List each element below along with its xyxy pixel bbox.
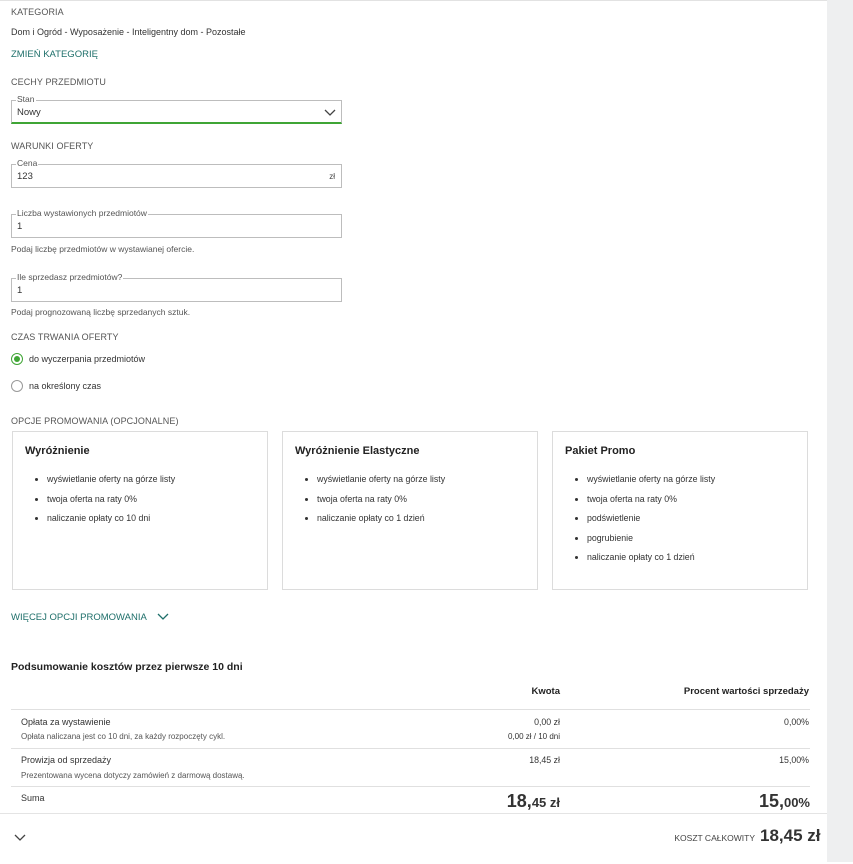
expected-sales-help: Podaj prognozowaną liczbę sprzedanych sz… [11,307,191,317]
promo-card-package[interactable]: Pakiet Promo wyświetlanie oferty na górz… [552,431,808,590]
price-value: 123 [17,171,33,182]
expected-sales-field[interactable]: Ile sprzedasz przedmiotów? 1 [11,272,342,302]
chevron-down-icon[interactable] [14,834,26,842]
quantity-help: Podaj liczbę przedmiotów w wystawianej o… [11,244,195,254]
promo-feature: wyświetlanie oferty na górze listy [587,470,715,490]
promo-card-features: wyświetlanie oferty na górze listy twoja… [303,470,445,529]
expected-sales-value: 1 [17,285,23,296]
summary-title: Podsumowanie kosztów przez pierwsze 10 d… [11,661,243,673]
promo-card-title: Wyróżnienie Elastyczne [295,445,420,457]
divider [11,709,810,710]
promo-card-features: wyświetlanie oferty na górze listy twoja… [33,470,175,529]
condition-value: Nowy [17,107,41,118]
promo-card-title: Pakiet Promo [565,445,636,457]
promo-feature: pogrubienie [587,529,715,549]
quantity-label: Liczba wystawionych przedmiotów [16,208,148,219]
fee-listing-percent: 0,00% [784,717,809,727]
promo-card-featured[interactable]: Wyróżnienie wyświetlanie oferty na górze… [12,431,268,590]
more-promo-options-label: WIĘCEJ OPCJI PROMOWANIA [11,612,147,623]
radio-fixed-time[interactable] [11,380,23,392]
more-promo-options-button[interactable]: WIĘCEJ OPCJI PROMOWANIA [11,607,169,625]
sum-percent-main: 15, [758,791,784,811]
promo-card-features: wyświetlanie oferty na górze listy twoja… [573,470,715,568]
price-unit: zł [329,172,335,181]
sum-amount-decimal: 45 zł [531,795,560,810]
offer-terms-header: WARUNKI OFERTY [11,141,94,151]
promo-feature: naliczanie opłaty co 10 dni [47,509,175,529]
offer-form: KATEGORIA Dom i Ogród - Wyposażenie - In… [0,0,827,864]
promo-card-title: Wyróżnienie [25,445,90,457]
condition-select[interactable]: Stan Nowy [11,94,342,124]
features-header: CECHY PRZEDMIOTU [11,77,106,87]
quantity-field[interactable]: Liczba wystawionych przedmiotów 1 [11,208,342,238]
promo-feature: twoja oferta na raty 0% [317,490,445,510]
right-sidebar [827,0,853,862]
radio-dot [14,356,20,362]
chevron-down-icon [157,613,169,620]
col-percent-header: Procent wartości sprzedaży [683,686,809,697]
sum-amount: 18,45 zł [420,791,560,812]
promo-feature: twoja oferta na raty 0% [47,490,175,510]
price-field[interactable]: Cena 123 zł [11,158,342,188]
promo-feature: naliczanie opłaty co 1 dzień [317,509,445,529]
radio-until-sold-label[interactable]: do wyczerpania przedmiotów [29,354,145,364]
commission-amount: 18,45 zł [529,755,560,765]
divider [11,748,810,749]
commission-percent: 15,00% [779,755,809,765]
duration-header: CZAS TRWANIA OFERTY [11,332,119,342]
chevron-down-icon [324,109,336,116]
col-amount-header: Kwota [531,686,561,697]
promo-card-flexible[interactable]: Wyróżnienie Elastyczne wyświetlanie ofer… [282,431,538,590]
price-label: Cena [16,158,39,169]
fee-listing-sub: Opłata naliczana jest co 10 dni, za każd… [21,732,226,741]
promo-feature: twoja oferta na raty 0% [587,490,715,510]
total-cost-label: KOSZT CAŁKOWITY [674,833,755,843]
fee-listing-label: Opłata za wystawienie [21,717,111,727]
sum-label: Suma [21,793,45,803]
sum-amount-main: 18, [506,791,532,811]
total-cost-value: 18,45 zł [760,826,821,845]
condition-label: Stan [16,94,36,105]
fee-listing-amount: 0,00 zł [534,717,560,727]
radio-fixed-time-label[interactable]: na określony czas [29,381,101,391]
quantity-value: 1 [17,221,23,232]
change-category-link[interactable]: ZMIEŃ KATEGORIĘ [11,49,98,60]
cost-footer: KOSZT CAŁKOWITY 18,45 zł [0,813,827,864]
divider [11,786,810,787]
promo-header: OPCJE PROMOWANIA (OPCJONALNE) [11,416,179,426]
promo-feature: wyświetlanie oferty na górze listy [317,470,445,490]
radio-until-sold[interactable] [11,353,23,365]
category-header: KATEGORIA [11,7,64,17]
category-path: Dom i Ogród - Wyposażenie - Inteligentny… [11,27,246,37]
commission-label: Prowizja od sprzedaży [21,755,112,765]
sum-percent: 15,00% [670,791,810,812]
promo-feature: naliczanie opłaty co 1 dzień [587,548,715,568]
promo-feature: wyświetlanie oferty na górze listy [47,470,175,490]
sum-percent-decimal: 00% [783,795,810,810]
fee-listing-amount-sub: 0,00 zł / 10 dni [507,732,560,741]
promo-feature: podświetlenie [587,509,715,529]
expected-sales-label: Ile sprzedasz przedmiotów? [16,272,124,283]
commission-sub: Prezentowana wycena dotyczy zamówień z d… [21,771,245,780]
